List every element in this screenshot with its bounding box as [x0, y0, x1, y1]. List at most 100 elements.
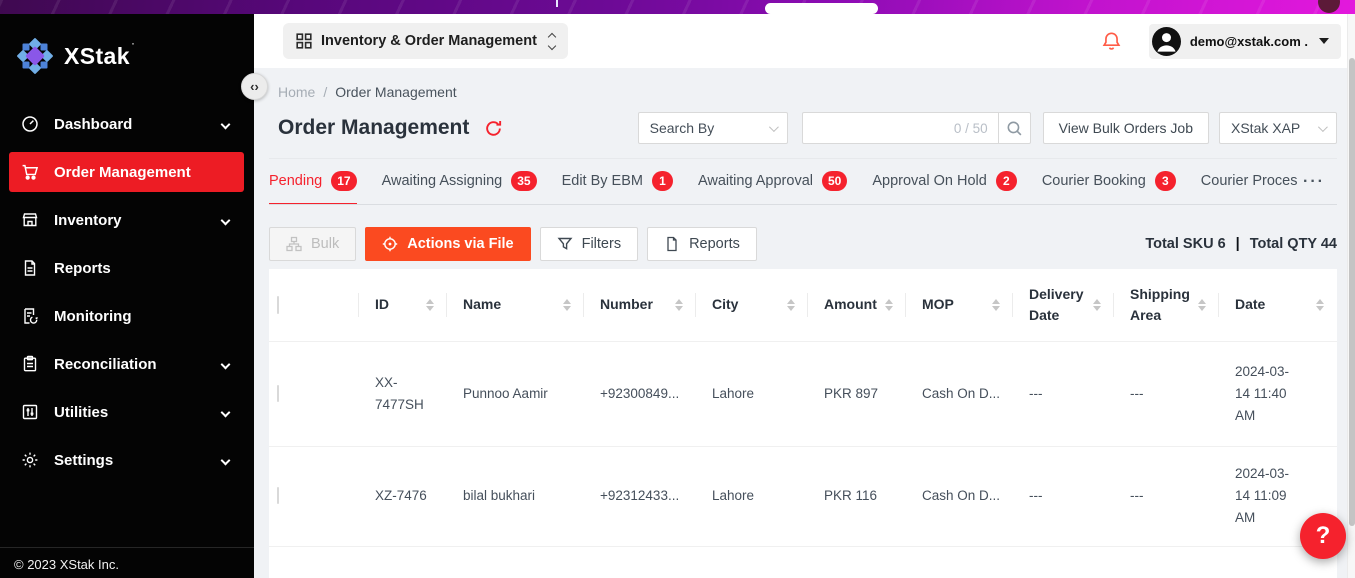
top-appbar: Inventory & Order Management demo@xstak.… — [254, 14, 1355, 68]
column-header-id[interactable]: ID — [359, 269, 447, 341]
sidebar-item-order-management[interactable]: Order Management — [9, 152, 244, 192]
column-header-mop[interactable]: MOP — [906, 269, 1013, 341]
view-bulk-orders-button[interactable]: View Bulk Orders Job — [1043, 112, 1209, 144]
totals-summary: Total SKU 6 | Total QTY 44 — [1145, 236, 1337, 252]
cell-name: bilal bukhari — [447, 446, 584, 546]
column-header-delivery-date[interactable]: Delivery Date — [1013, 269, 1114, 341]
cell-shipping-area: --- — [1114, 341, 1219, 446]
sort-carets-icon[interactable] — [787, 299, 795, 311]
actions-via-file-button[interactable]: Actions via File — [365, 227, 530, 261]
column-header-city[interactable]: City — [696, 269, 808, 341]
reports-button[interactable]: Reports — [647, 227, 757, 261]
report-file-icon — [21, 259, 39, 277]
sidebar-item-reconciliation[interactable]: Reconciliation — [9, 344, 244, 384]
row-checkbox[interactable] — [277, 385, 279, 402]
xstak-logo: XStak· — [0, 14, 254, 76]
target-icon — [382, 236, 398, 252]
browser-top-strip — [0, 0, 1355, 14]
tab-label: Awaiting Assigning — [382, 173, 503, 189]
search-box: 0 / 50 — [802, 112, 999, 144]
sidebar-item-dashboard[interactable]: Dashboard — [9, 104, 244, 144]
column-header-date[interactable]: Date — [1219, 269, 1337, 341]
tab-count-badge: 50 — [822, 171, 847, 191]
tab-approval-on-hold[interactable]: Approval On Hold 2 — [872, 159, 1016, 205]
sidebar: XStak· Dashboard Order Management — [0, 14, 254, 578]
scrollbar-thumb[interactable] — [1349, 58, 1355, 526]
sort-carets-icon[interactable] — [885, 299, 893, 311]
xstak-starburst-icon — [15, 36, 55, 76]
cell-delivery-date: --- — [1013, 446, 1114, 546]
sort-carets-icon[interactable] — [992, 299, 1000, 311]
sidebar-collapse-button[interactable]: ‹› — [241, 73, 268, 100]
sidebar-item-settings[interactable]: Settings — [9, 440, 244, 480]
search-button[interactable] — [998, 112, 1031, 144]
search-by-select[interactable]: Search By — [638, 112, 788, 144]
bell-icon — [1101, 31, 1122, 52]
breadcrumb-home[interactable]: Home — [278, 84, 315, 100]
sidebar-item-inventory[interactable]: Inventory — [9, 200, 244, 240]
sort-carets-icon[interactable] — [1316, 299, 1324, 311]
tab-awaiting-approval[interactable]: Awaiting Approval 50 — [698, 159, 847, 205]
funnel-icon — [557, 236, 573, 252]
cell-name: Punnoo Aamir — [447, 341, 584, 446]
breadcrumb: Home / Order Management — [278, 84, 1337, 100]
appbar-right: demo@xstak.com . — [1101, 24, 1341, 59]
select-all-checkbox[interactable] — [277, 296, 279, 314]
copyright-footer: © 2023 XStak Inc. — [0, 547, 254, 578]
refresh-button[interactable] — [484, 119, 503, 138]
tab-edit-by-ebm[interactable]: Edit By EBM 1 — [562, 159, 673, 205]
tab-count-badge: 3 — [1155, 171, 1176, 191]
cell-amount: PKR 116 — [808, 446, 906, 546]
orders-table: ID Name Number City Amount MOP Delivery … — [269, 269, 1337, 556]
column-header-number[interactable]: Number — [584, 269, 696, 341]
tab-label: Edit By EBM — [562, 173, 643, 189]
actions-via-file-label: Actions via File — [407, 236, 513, 252]
cell-number: +92312433... — [584, 446, 696, 546]
sidebar-item-monitoring[interactable]: Monitoring — [9, 296, 244, 336]
sort-carets-icon[interactable] — [563, 299, 571, 311]
sort-carets-icon[interactable] — [675, 299, 683, 311]
bulk-button[interactable]: Bulk — [269, 227, 356, 261]
tab-count-badge: 1 — [652, 171, 673, 191]
sidebar-item-label: Order Management — [54, 164, 232, 181]
help-button[interactable]: ? — [1300, 513, 1346, 559]
sort-carets-icon[interactable] — [1198, 299, 1206, 311]
sidebar-item-reports[interactable]: Reports — [9, 248, 244, 288]
more-tabs-ellipsis-icon[interactable]: ··· — [1297, 173, 1325, 191]
search-by-label: Search By — [650, 120, 715, 136]
filters-button[interactable]: Filters — [540, 227, 638, 261]
column-header-amount[interactable]: Amount — [808, 269, 906, 341]
cell-number: +92300849... — [584, 341, 696, 446]
column-header-name[interactable]: Name — [447, 269, 584, 341]
refresh-icon — [484, 119, 503, 138]
page-scrollbar[interactable] — [1347, 14, 1355, 578]
tab-awaiting-assigning[interactable]: Awaiting Assigning 35 — [382, 159, 537, 205]
notification-bell-button[interactable] — [1101, 31, 1122, 52]
tab-label: Approval On Hold — [872, 173, 986, 189]
sidebar-menu: Dashboard Order Management Inventory — [0, 104, 254, 480]
cell-city: Lahore — [696, 446, 808, 546]
table-row: XZ-7476 bilal bukhari +92312433... Lahor… — [269, 446, 1337, 546]
xstak-xap-select[interactable]: XStak XAP — [1219, 112, 1337, 144]
chevron-down-icon — [221, 407, 231, 417]
total-sku: Total SKU 6 — [1145, 236, 1225, 252]
tab-pending[interactable]: Pending 17 — [269, 159, 357, 205]
sort-carets-icon[interactable] — [1093, 299, 1101, 311]
column-header-shipping-area[interactable]: Shipping Area — [1114, 269, 1219, 341]
sidebar-item-label: Inventory — [54, 212, 222, 229]
search-input[interactable] — [813, 120, 954, 136]
tab-courier-booking[interactable]: Courier Booking 3 — [1042, 159, 1176, 205]
sidebar-item-utilities[interactable]: Utilities — [9, 392, 244, 432]
clipboard-icon — [21, 355, 39, 373]
caret-down-icon — [1319, 38, 1329, 44]
sliders-icon — [21, 403, 39, 421]
row-checkbox[interactable] — [277, 487, 279, 504]
sidebar-item-label: Monitoring — [54, 308, 232, 325]
sort-carets-icon[interactable] — [426, 299, 434, 311]
sidebar-item-label: Reports — [54, 260, 232, 277]
sidebar-item-label: Settings — [54, 452, 222, 469]
app-switcher-button[interactable]: Inventory & Order Management — [283, 23, 568, 59]
page-title: Order Management — [278, 116, 469, 140]
user-menu[interactable]: demo@xstak.com . — [1149, 24, 1341, 59]
cart-icon — [21, 163, 39, 181]
